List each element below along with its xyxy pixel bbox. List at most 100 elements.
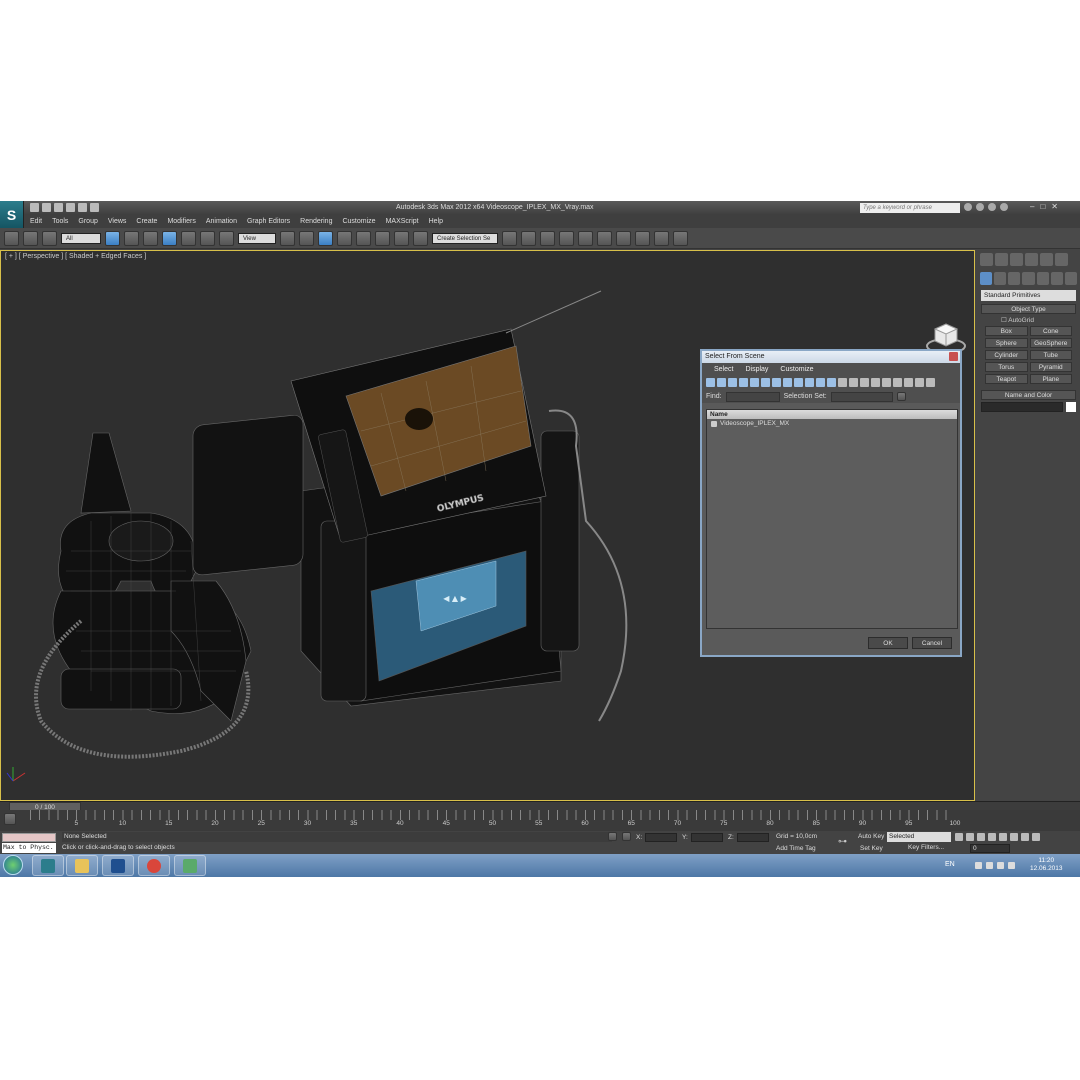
taskbar-photoshop[interactable] bbox=[102, 855, 134, 876]
communication-center-icon[interactable] bbox=[976, 203, 984, 211]
menu-edit[interactable]: Edit bbox=[30, 218, 42, 225]
display-space-warps-icon[interactable] bbox=[761, 378, 770, 387]
menu-animation[interactable]: Animation bbox=[206, 218, 237, 225]
select-and-manipulate-icon[interactable] bbox=[299, 230, 314, 246]
key-icon[interactable]: ⊶ bbox=[838, 836, 847, 847]
project-folder-icon[interactable] bbox=[90, 203, 99, 212]
window-crossing-icon[interactable] bbox=[162, 230, 177, 246]
display-all-icon[interactable] bbox=[838, 378, 847, 387]
select-object-icon[interactable] bbox=[105, 230, 120, 246]
list-item[interactable]: Videoscope_IPLEX_MX bbox=[707, 419, 957, 429]
pan-view-icon[interactable] bbox=[1021, 833, 1029, 841]
maximize-button[interactable]: □ bbox=[1040, 202, 1045, 211]
menu-rendering[interactable]: Rendering bbox=[300, 218, 332, 225]
rotate-icon[interactable] bbox=[200, 230, 215, 246]
dialog-menu-customize[interactable]: Customize bbox=[780, 366, 813, 373]
zoom-extents-icon[interactable] bbox=[1010, 833, 1018, 841]
network-icon[interactable] bbox=[997, 862, 1004, 869]
display-containers-icon[interactable] bbox=[805, 378, 814, 387]
menu-views[interactable]: Views bbox=[108, 218, 127, 225]
display-helpers-icon[interactable] bbox=[750, 378, 759, 387]
tube-button[interactable]: Tube bbox=[1029, 350, 1072, 360]
display-none-icon[interactable] bbox=[849, 378, 858, 387]
z-coordinate[interactable]: Z: bbox=[728, 832, 769, 842]
object-color-swatch[interactable] bbox=[1066, 402, 1076, 412]
rectangular-selection-icon[interactable] bbox=[143, 230, 158, 246]
geometry-icon[interactable] bbox=[980, 272, 993, 285]
trackbar[interactable]: 5 10 15 20 25 30 35 40 45 50 55 60 65 70 75 80 85 90 95 100 bbox=[0, 810, 1080, 831]
help-icon[interactable] bbox=[1000, 203, 1008, 211]
percent-snap-icon[interactable] bbox=[375, 230, 390, 246]
dialog-menu-select[interactable]: Select bbox=[714, 366, 733, 373]
sphere-button[interactable]: Sphere bbox=[985, 338, 1028, 348]
y-field[interactable] bbox=[690, 832, 723, 842]
keyboard-shortcut-toggle-icon[interactable] bbox=[318, 230, 333, 246]
auto-key-button[interactable]: Auto Key bbox=[858, 833, 884, 840]
menu-help[interactable]: Help bbox=[429, 218, 443, 225]
display-shapes-icon[interactable] bbox=[717, 378, 726, 387]
move-icon[interactable] bbox=[181, 230, 196, 246]
go-to-end-icon[interactable] bbox=[999, 833, 1007, 841]
autogrid-checkbox[interactable]: ☐ AutoGrid bbox=[1001, 316, 1080, 324]
find-input[interactable] bbox=[725, 391, 780, 402]
align-icon[interactable] bbox=[521, 230, 536, 246]
taskbar-app[interactable] bbox=[174, 855, 206, 876]
hierarchy-tab-icon[interactable] bbox=[1010, 253, 1023, 266]
close-button[interactable]: ✕ bbox=[1051, 202, 1058, 211]
cylinder-button[interactable]: Cylinder bbox=[985, 350, 1028, 360]
link-icon[interactable] bbox=[4, 230, 19, 246]
menu-modifiers[interactable]: Modifiers bbox=[167, 218, 195, 225]
select-all-icon[interactable] bbox=[882, 378, 891, 387]
select-by-name-icon[interactable] bbox=[124, 230, 139, 246]
scale-icon[interactable] bbox=[219, 230, 234, 246]
display-frozen-icon[interactable] bbox=[816, 378, 825, 387]
cancel-button[interactable]: Cancel bbox=[912, 637, 952, 649]
display-geometry-icon[interactable] bbox=[706, 378, 715, 387]
play-icon[interactable] bbox=[977, 833, 985, 841]
display-xrefs-icon[interactable] bbox=[783, 378, 792, 387]
display-hidden-icon[interactable] bbox=[827, 378, 836, 387]
render-setup-icon[interactable] bbox=[635, 230, 650, 246]
primitive-category-dropdown[interactable]: Standard Primitives bbox=[981, 290, 1076, 301]
angle-snap-icon[interactable] bbox=[356, 230, 371, 246]
name-column-header[interactable]: Name bbox=[707, 410, 957, 419]
torus-button[interactable]: Torus bbox=[985, 362, 1028, 372]
application-button[interactable]: S bbox=[0, 201, 24, 228]
menu-maxscript[interactable]: MAXScript bbox=[386, 218, 419, 225]
mirror-icon[interactable] bbox=[502, 230, 517, 246]
menu-customize[interactable]: Customize bbox=[342, 218, 375, 225]
display-bones-icon[interactable] bbox=[794, 378, 803, 387]
taskbar-explorer[interactable] bbox=[66, 855, 98, 876]
graphite-ribbon-icon[interactable] bbox=[559, 230, 574, 246]
key-filters-button[interactable]: Key Filters... bbox=[908, 844, 944, 851]
rendered-frame-window-icon[interactable] bbox=[654, 230, 669, 246]
spinner-snap-icon[interactable] bbox=[394, 230, 409, 246]
display-invert-icon[interactable] bbox=[860, 378, 869, 387]
object-name-field[interactable] bbox=[981, 402, 1063, 412]
minimize-button[interactable]: – bbox=[1030, 202, 1034, 211]
selection-set-options-icon[interactable] bbox=[896, 392, 906, 401]
volume-icon[interactable] bbox=[1008, 862, 1015, 869]
search-input[interactable]: Type a keyword or phrase bbox=[860, 203, 960, 213]
maxscript-listener-top[interactable] bbox=[2, 833, 56, 842]
x-coordinate[interactable]: X: bbox=[636, 832, 678, 842]
plane-button[interactable]: Plane bbox=[1029, 374, 1072, 384]
curve-editor-icon[interactable] bbox=[578, 230, 593, 246]
select-none-icon[interactable] bbox=[893, 378, 902, 387]
cone-button[interactable]: Cone bbox=[1029, 326, 1072, 336]
geosphere-button[interactable]: GeoSphere bbox=[1029, 338, 1072, 348]
save-file-icon[interactable] bbox=[54, 203, 63, 212]
ok-button[interactable]: OK bbox=[868, 637, 908, 649]
reference-coordinate-dropdown[interactable]: View bbox=[238, 232, 276, 244]
selection-filter-dropdown[interactable]: All bbox=[61, 232, 101, 244]
lights-icon[interactable] bbox=[1008, 272, 1021, 285]
show-hidden-icons-icon[interactable] bbox=[986, 862, 993, 869]
maxscript-listener-input[interactable]: Max to Physc. bbox=[2, 843, 56, 853]
favorites-icon[interactable] bbox=[988, 203, 996, 211]
menu-graph-editors[interactable]: Graph Editors bbox=[247, 218, 290, 225]
undo-icon[interactable] bbox=[66, 203, 75, 212]
object-type-rollout[interactable]: Object Type bbox=[981, 304, 1076, 314]
start-button[interactable] bbox=[3, 855, 23, 875]
display-groups-icon[interactable] bbox=[772, 378, 781, 387]
pivot-center-icon[interactable] bbox=[280, 230, 295, 246]
